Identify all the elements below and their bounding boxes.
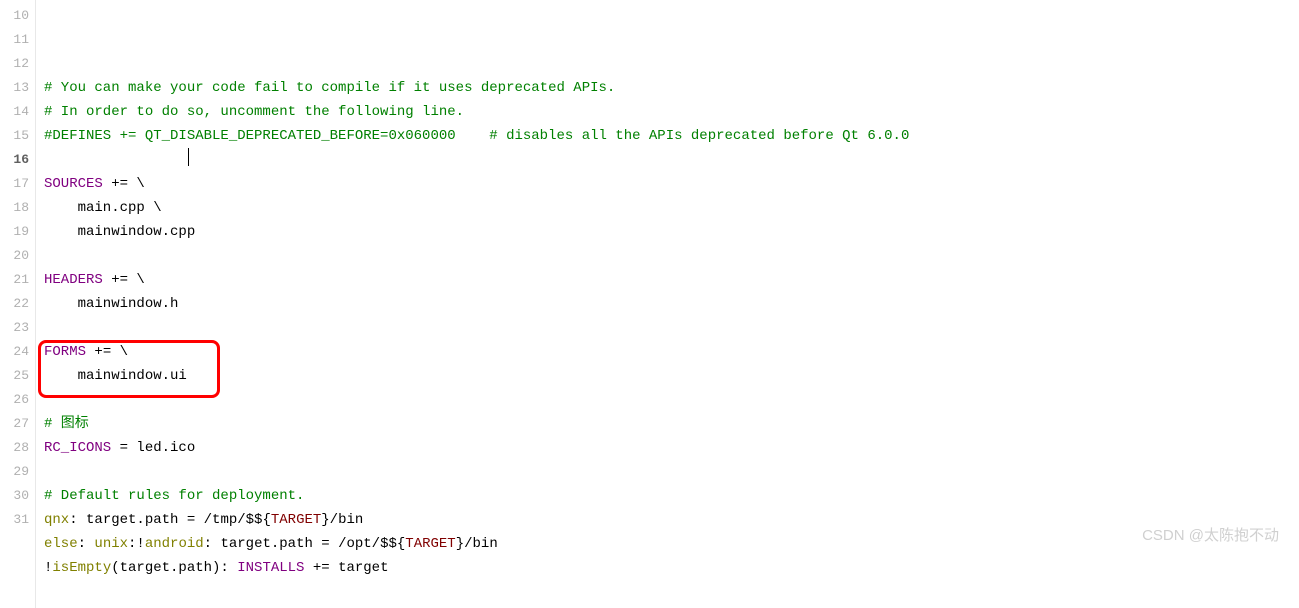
code-line[interactable]: qnx: target.path = /tmp/$${TARGET}/bin [44,508,1299,532]
line-number: 18 [0,196,35,220]
code-line[interactable]: SOURCES += \ [44,172,1299,196]
code-line[interactable]: # 图标 [44,412,1299,436]
line-number: 10 [0,4,35,28]
line-number: 24 [0,340,35,364]
code-line[interactable] [44,460,1299,484]
code-line[interactable]: mainwindow.ui [44,364,1299,388]
code-token: android [145,536,204,552]
line-number-gutter: 1011121314151617181920212223242526272829… [0,0,36,608]
code-token: (target.path): [111,560,237,576]
code-token: else [44,536,78,552]
code-line[interactable]: # You can make your code fail to compile… [44,76,1299,100]
line-number: 13 [0,76,35,100]
text-cursor [188,148,189,166]
line-number: 11 [0,28,35,52]
line-number: 25 [0,364,35,388]
line-number: 20 [0,244,35,268]
line-number: 26 [0,388,35,412]
code-token: ! [44,560,52,576]
code-token: += \ [103,272,145,288]
code-line[interactable]: mainwindow.h [44,292,1299,316]
code-token: mainwindow.ui [44,368,187,384]
code-token: mainwindow.h [44,296,178,312]
code-token: # You can make your code fail to compile… [44,80,615,96]
line-number: 31 [0,508,35,532]
code-line[interactable]: #DEFINES += QT_DISABLE_DEPRECATED_BEFORE… [44,124,1299,148]
code-line[interactable]: !isEmpty(target.path): INSTALLS += targe… [44,556,1299,580]
code-line[interactable]: mainwindow.cpp [44,220,1299,244]
code-token: }/bin [321,512,363,528]
code-token: isEmpty [52,560,111,576]
code-token: TARGET [271,512,321,528]
code-token: # 图标 [44,416,89,432]
code-line[interactable]: # Default rules for deployment. [44,484,1299,508]
code-line[interactable] [44,580,1299,604]
code-token: qnx [44,512,69,528]
line-number: 29 [0,460,35,484]
code-token: #DEFINES += QT_DISABLE_DEPRECATED_BEFORE… [44,128,909,144]
code-token: }/bin [456,536,498,552]
line-number: 14 [0,100,35,124]
line-number: 21 [0,268,35,292]
code-token: RC_ICONS [44,440,111,456]
code-line[interactable]: # In order to do so, uncomment the follo… [44,100,1299,124]
line-number: 15 [0,124,35,148]
code-token: = led.ico [111,440,195,456]
code-token: SOURCES [44,176,103,192]
code-token: : [78,536,95,552]
watermark-text: CSDN @太陈抱不动 [1142,524,1279,545]
code-line[interactable] [44,148,1299,172]
line-number: 16 [0,148,35,172]
code-line[interactable]: else: unix:!android: target.path = /opt/… [44,532,1299,556]
code-token: TARGET [405,536,455,552]
code-token: FORMS [44,344,86,360]
code-token: :! [128,536,145,552]
code-token: main.cpp \ [44,200,162,216]
code-token: INSTALLS [237,560,304,576]
code-token: += \ [86,344,128,360]
code-line[interactable] [44,388,1299,412]
code-token: += target [304,560,388,576]
code-token: : target.path = /opt/$${ [204,536,406,552]
code-token: # Default rules for deployment. [44,488,304,504]
line-number: 27 [0,412,35,436]
line-number: 30 [0,484,35,508]
code-line[interactable]: HEADERS += \ [44,268,1299,292]
code-token: unix [94,536,128,552]
code-line[interactable] [44,244,1299,268]
code-line[interactable]: main.cpp \ [44,196,1299,220]
line-number: 23 [0,316,35,340]
line-number: 17 [0,172,35,196]
code-token: HEADERS [44,272,103,288]
line-number: 28 [0,436,35,460]
code-area[interactable]: # You can make your code fail to compile… [36,0,1299,608]
code-line[interactable] [44,316,1299,340]
code-token: : target.path = /tmp/$${ [69,512,271,528]
code-token: += \ [103,176,145,192]
line-number: 12 [0,52,35,76]
line-number: 22 [0,292,35,316]
code-editor[interactable]: 1011121314151617181920212223242526272829… [0,0,1299,608]
code-line[interactable]: RC_ICONS = led.ico [44,436,1299,460]
code-line[interactable]: FORMS += \ [44,340,1299,364]
code-token: # In order to do so, uncomment the follo… [44,104,464,120]
line-number: 19 [0,220,35,244]
code-token: mainwindow.cpp [44,224,195,240]
